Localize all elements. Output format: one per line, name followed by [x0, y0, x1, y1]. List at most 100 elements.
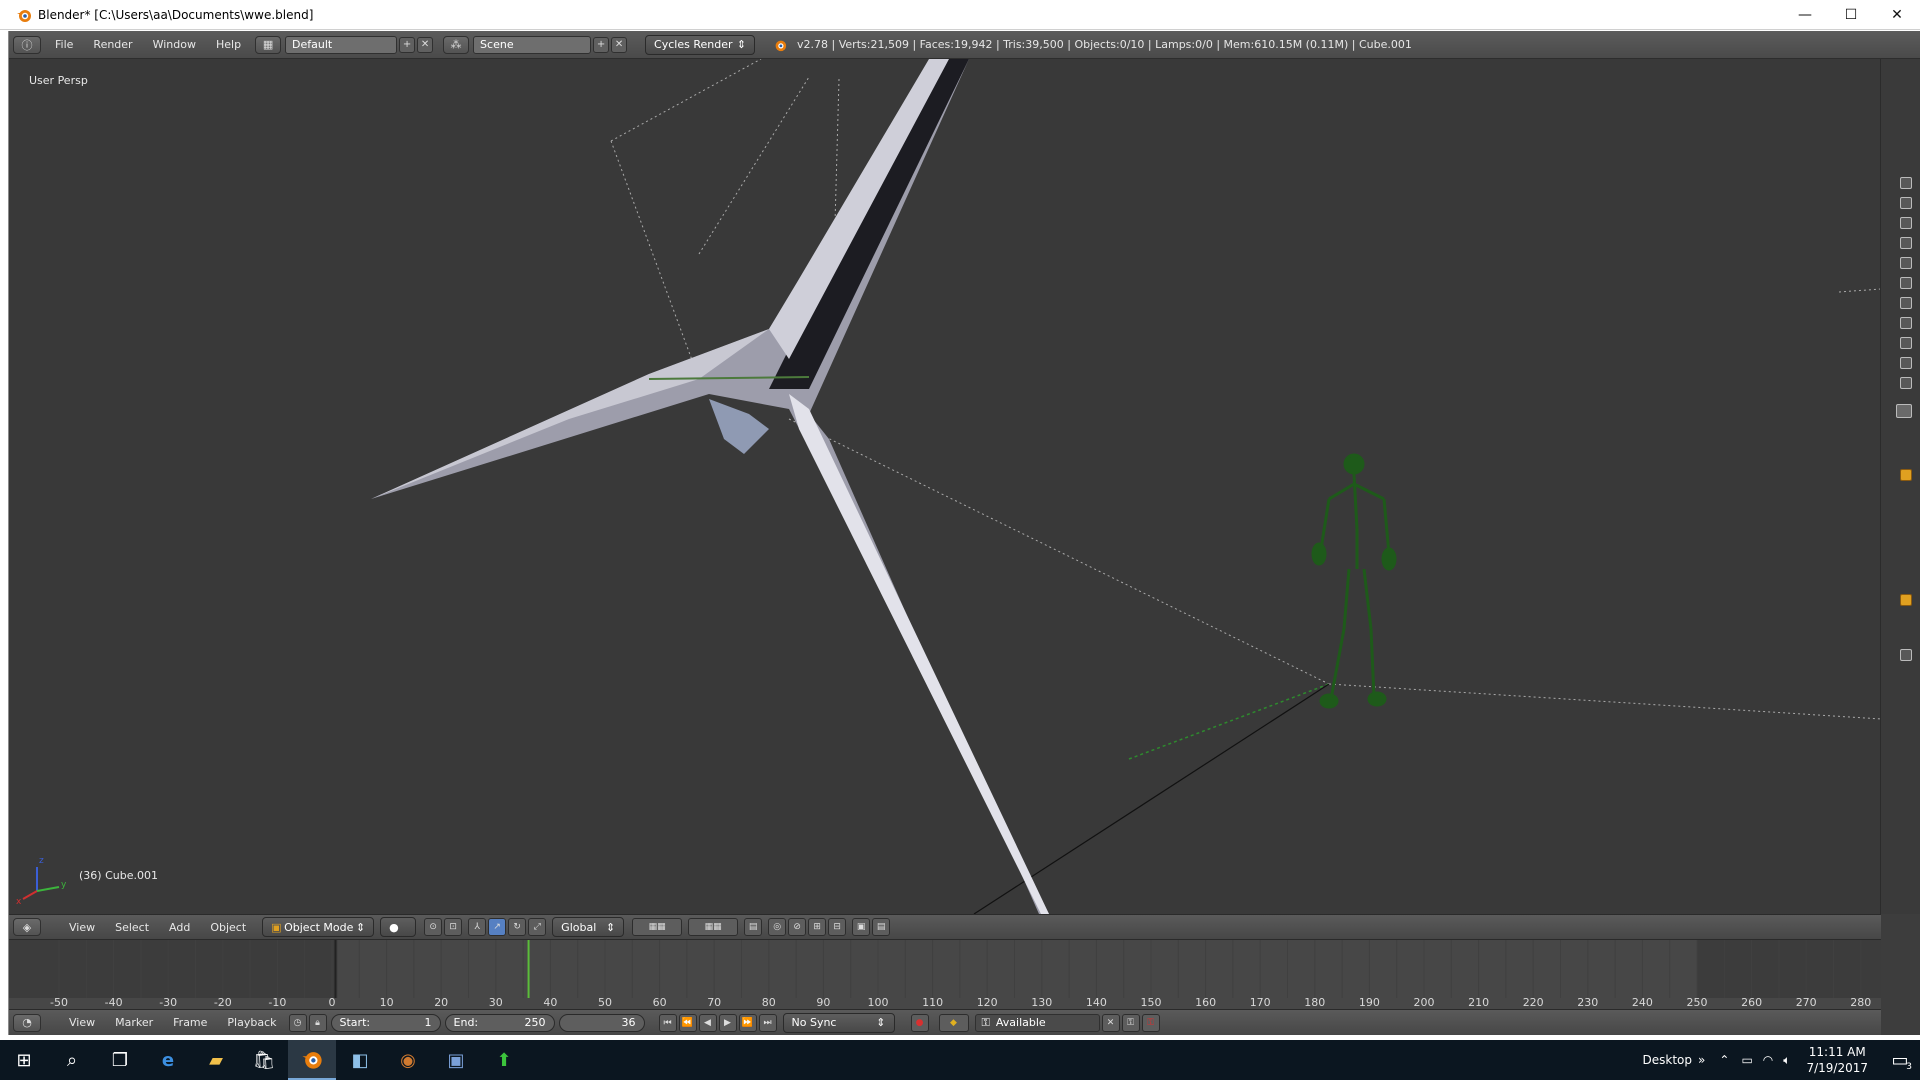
- action-center-button[interactable]: ▭ 3: [1880, 1040, 1920, 1080]
- menu-view[interactable]: View: [59, 1016, 105, 1029]
- proportional-edit-button[interactable]: ◎: [768, 918, 787, 936]
- lock-range-button[interactable]: 🔒︎: [308, 1013, 327, 1032]
- maximize-button[interactable]: ☐: [1828, 0, 1874, 30]
- editor-type-timeline-button[interactable]: ◔: [13, 1013, 41, 1032]
- menu-select[interactable]: Select: [105, 921, 159, 934]
- timeline-scrubber[interactable]: -50 -40 -30 -20 -10 0 10 20 30 40 50 60 70 80 90 100 110…: [9, 940, 1881, 1009]
- modifier-icon[interactable]: [1900, 337, 1912, 349]
- modifier-icon[interactable]: [1900, 277, 1912, 289]
- layers-grid-right[interactable]: ▦▦: [688, 918, 739, 936]
- toolbar-chevron-icon[interactable]: »: [1698, 1053, 1705, 1067]
- delete-layout-button[interactable]: ✕: [417, 36, 434, 53]
- outliner-icon[interactable]: [1896, 404, 1912, 418]
- viewport-shading-dropdown[interactable]: ●: [380, 917, 417, 937]
- app-pinned-2[interactable]: ◉: [384, 1040, 432, 1080]
- start-button[interactable]: ⊞: [0, 1040, 48, 1080]
- modifier-icon[interactable]: [1900, 297, 1912, 309]
- timeline-area[interactable]: -50 -40 -30 -20 -10 0 10 20 30 40 50 60 70 80 90 100 110…: [9, 940, 1881, 1009]
- snap-toggle-button[interactable]: ⊘: [788, 918, 807, 936]
- menu-object[interactable]: Object: [200, 921, 256, 934]
- layout-selector-button[interactable]: ▦: [255, 35, 282, 54]
- layout-name-field[interactable]: Default: [285, 35, 398, 54]
- jump-keyframe-back-button[interactable]: ⏪: [678, 1013, 697, 1032]
- edge-app[interactable]: e: [144, 1040, 192, 1080]
- preview-range-button[interactable]: ◷: [288, 1013, 307, 1032]
- render-engine-dropdown[interactable]: Cycles Render ⇕: [645, 34, 756, 55]
- desktop-toolbar-label[interactable]: Desktop: [1643, 1053, 1693, 1067]
- auto-keying-button[interactable]: ●: [910, 1013, 929, 1032]
- translate-manipulator-button[interactable]: ↗: [488, 918, 507, 936]
- menu-marker[interactable]: Marker: [105, 1016, 163, 1029]
- sync-mode-dropdown[interactable]: No Sync ⇕: [782, 1012, 895, 1033]
- show-hidden-icons-icon[interactable]: ⌃: [1719, 1053, 1729, 1067]
- clock[interactable]: 11:11 AM 7/19/2017: [1806, 1044, 1868, 1076]
- stretched-mesh[interactable]: [371, 59, 1049, 914]
- jump-end-button[interactable]: ⏭: [758, 1013, 777, 1032]
- delete-keyframe-button[interactable]: ⚿: [1141, 1013, 1160, 1032]
- object-data-icon[interactable]: [1900, 594, 1912, 606]
- modifier-icon[interactable]: [1900, 237, 1912, 249]
- add-scene-button[interactable]: +: [593, 36, 610, 53]
- menu-frame[interactable]: Frame: [163, 1016, 217, 1029]
- clear-keying-set-button[interactable]: ✕: [1101, 1013, 1120, 1032]
- modifier-icon[interactable]: [1900, 377, 1912, 389]
- play-button[interactable]: ▶: [718, 1013, 737, 1032]
- battery-icon[interactable]: ▭: [1741, 1053, 1752, 1067]
- transform-orientation-dropdown[interactable]: Global ⇕: [552, 917, 625, 937]
- menu-render[interactable]: Render: [83, 38, 142, 51]
- blender-app[interactable]: [288, 1040, 336, 1080]
- manipulator-axis-button[interactable]: ⅄: [468, 918, 487, 936]
- wifi-icon[interactable]: ◠: [1763, 1053, 1773, 1067]
- search-button[interactable]: ⌕: [48, 1040, 96, 1080]
- layers-lock-button[interactable]: ▤: [744, 918, 763, 936]
- app-pinned-1[interactable]: ◧: [336, 1040, 384, 1080]
- jump-start-button[interactable]: ⏮: [658, 1013, 677, 1032]
- editor-type-3dview-button[interactable]: ◈: [13, 918, 41, 936]
- keying-mode-button[interactable]: ◆: [938, 1013, 969, 1032]
- pivot-point-button[interactable]: ⊙: [424, 918, 443, 936]
- start-frame-field[interactable]: Start: 1: [330, 1013, 441, 1032]
- menu-add[interactable]: Add: [159, 921, 200, 934]
- store-app[interactable]: 🛍︎: [240, 1040, 288, 1080]
- modifier-icon[interactable]: [1900, 177, 1912, 189]
- close-button[interactable]: ✕: [1874, 0, 1920, 30]
- insert-keyframe-button[interactable]: ⚿: [1121, 1013, 1140, 1032]
- scene-name-field[interactable]: Scene: [473, 35, 592, 54]
- keying-set-field[interactable]: ⚿ Available: [974, 1013, 1100, 1032]
- menu-window[interactable]: Window: [143, 38, 206, 51]
- render-preview-button[interactable]: ▣: [852, 918, 871, 936]
- menu-file[interactable]: File: [45, 38, 83, 51]
- snap-element-button[interactable]: ⊞: [808, 918, 827, 936]
- volume-icon[interactable]: 🔈︎: [1783, 1053, 1790, 1068]
- add-layout-button[interactable]: +: [399, 36, 416, 53]
- modifier-icon[interactable]: [1900, 357, 1912, 369]
- minimize-button[interactable]: —: [1782, 0, 1828, 30]
- modifier-icon[interactable]: [1900, 197, 1912, 209]
- grid-icon[interactable]: [1900, 649, 1912, 661]
- app-pinned-4[interactable]: ⬆: [480, 1040, 528, 1080]
- layers-grid-left[interactable]: ▦▦: [632, 918, 683, 936]
- 3d-viewport[interactable]: z y x User Persp (36) Cube.001: [9, 59, 1881, 914]
- modifier-icon[interactable]: [1900, 257, 1912, 269]
- pin-icon[interactable]: [1900, 469, 1912, 481]
- rotate-manipulator-button[interactable]: ↻: [508, 918, 527, 936]
- manipulator-toggle-button[interactable]: ⊡: [444, 918, 463, 936]
- menu-view[interactable]: View: [59, 921, 105, 934]
- scene-selector-button[interactable]: ⁂: [443, 35, 470, 54]
- menu-help[interactable]: Help: [206, 38, 251, 51]
- editor-type-info-button[interactable]: ⓘ: [13, 35, 41, 54]
- file-explorer-app[interactable]: ▰: [192, 1040, 240, 1080]
- opengl-render-button[interactable]: ▤: [872, 918, 891, 936]
- delete-scene-button[interactable]: ✕: [611, 36, 628, 53]
- modifier-icon[interactable]: [1900, 217, 1912, 229]
- app-pinned-3[interactable]: ▣: [432, 1040, 480, 1080]
- current-frame-field[interactable]: 36: [558, 1013, 645, 1032]
- scale-manipulator-button[interactable]: ⤢: [528, 918, 547, 936]
- task-view-button[interactable]: ❐: [96, 1040, 144, 1080]
- interaction-mode-dropdown[interactable]: ▣ Object Mode ⇕: [262, 917, 375, 937]
- menu-playback[interactable]: Playback: [217, 1016, 286, 1029]
- armature-figure[interactable]: [1311, 453, 1397, 709]
- play-reverse-button[interactable]: ◀: [698, 1013, 717, 1032]
- modifier-icon[interactable]: [1900, 317, 1912, 329]
- jump-keyframe-forward-button[interactable]: ⏩: [738, 1013, 757, 1032]
